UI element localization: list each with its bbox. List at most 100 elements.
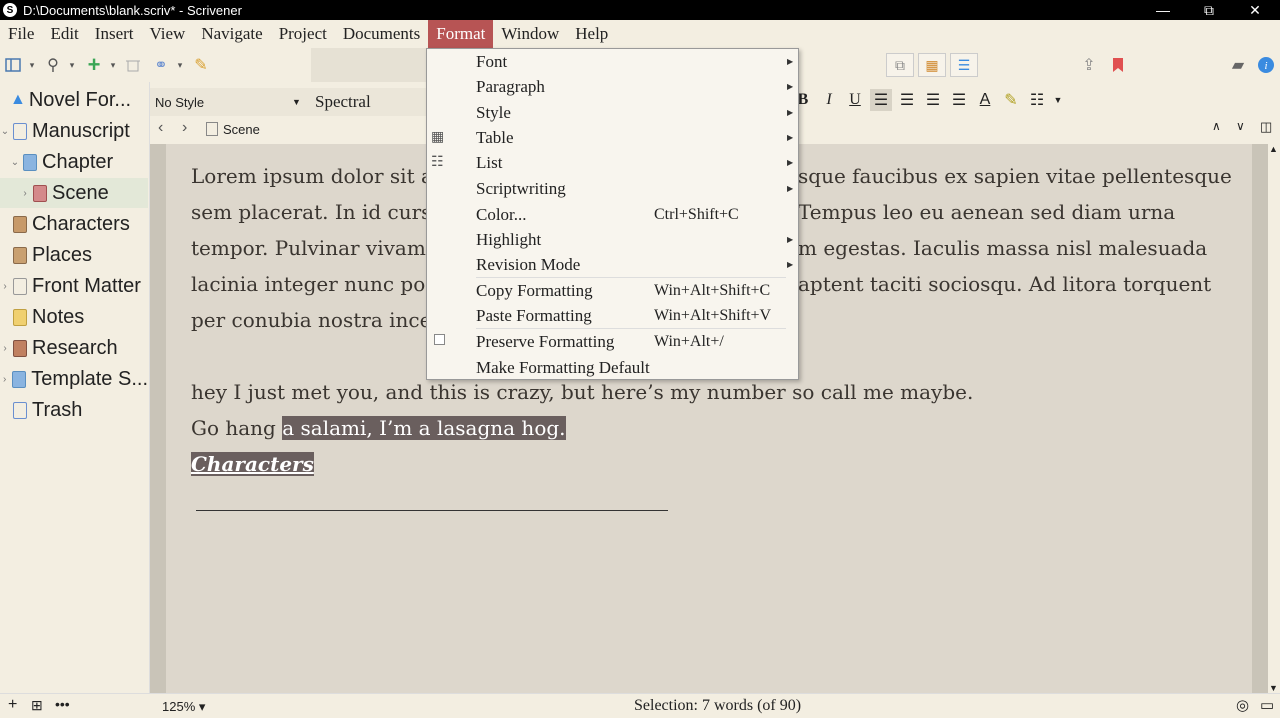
binder-item-manuscript[interactable]: ⌄ Manuscript: [0, 116, 148, 146]
align-center-icon[interactable]: ☰: [896, 89, 918, 111]
binder-toggle-icon[interactable]: [4, 55, 22, 75]
menu-item-label: Color...: [476, 204, 527, 224]
menu-item-scriptwriting[interactable]: Scriptwriting ▶: [427, 176, 798, 201]
header-doc-title: Scene: [223, 122, 260, 137]
menu-file[interactable]: File: [0, 20, 42, 48]
share-icon[interactable]: ⇪: [1080, 55, 1098, 75]
search-icon[interactable]: ⚲: [44, 55, 62, 75]
chevron-down-icon[interactable]: ⌄: [0, 126, 10, 137]
binder-item-notes[interactable]: Notes: [0, 302, 148, 332]
menu-item-paste-formatting[interactable]: Paste Formatting Win+Alt+Shift+V: [427, 303, 798, 328]
note-icon[interactable]: ▭: [1260, 696, 1274, 714]
editor-selection-link[interactable]: Characters: [191, 452, 314, 476]
style-select[interactable]: No Style ▼: [150, 88, 308, 116]
align-right-icon[interactable]: ☰: [948, 89, 970, 111]
target-icon[interactable]: ◎: [1236, 696, 1249, 714]
close-button[interactable]: ✕: [1232, 0, 1278, 20]
checkbox-icon[interactable]: [434, 334, 445, 345]
menu-help[interactable]: Help: [567, 20, 616, 48]
bookmark-icon[interactable]: [1110, 55, 1126, 75]
menu-item-style[interactable]: Style ▶: [427, 100, 798, 125]
menu-item-copy-formatting[interactable]: Copy Formatting Win+Alt+Shift+C: [427, 278, 798, 303]
highlight-icon[interactable]: ✎: [1000, 89, 1022, 111]
underline-icon[interactable]: U: [844, 89, 866, 111]
outliner-view-icon[interactable]: ☰: [950, 53, 978, 77]
chevron-right-icon[interactable]: ›: [0, 281, 10, 292]
chevron-down-icon[interactable]: ▾: [174, 55, 186, 75]
binder-item-novel-format[interactable]: ▲ Novel For...: [0, 85, 148, 115]
add-icon[interactable]: +: [8, 696, 17, 714]
binder: ▲ Novel For... ⌄ Manuscript ⌄ Chapter › …: [0, 82, 150, 694]
back-arrow-icon[interactable]: ‹: [158, 119, 163, 137]
single-view-icon[interactable]: ⧉: [886, 53, 914, 77]
chevron-right-icon[interactable]: ›: [0, 374, 9, 385]
menu-item-shortcut: Win+Alt+Shift+V: [654, 306, 772, 324]
menu-insert[interactable]: Insert: [87, 20, 142, 48]
menu-documents[interactable]: Documents: [335, 20, 428, 48]
binder-item-front-matter[interactable]: › Front Matter: [0, 271, 148, 301]
font-select[interactable]: Spectral: [308, 88, 426, 116]
binder-item-chapter[interactable]: ⌄ Chapter: [0, 147, 148, 177]
new-folder-icon[interactable]: ⊞: [31, 697, 43, 714]
menu-format[interactable]: Format: [428, 20, 494, 48]
horizontal-rule: [196, 510, 668, 511]
chevron-down-icon[interactable]: ▾: [26, 55, 38, 75]
minimize-button[interactable]: —: [1140, 0, 1186, 20]
menu-window[interactable]: Window: [493, 20, 567, 48]
menu-item-preserve-formatting[interactable]: Preserve Formatting Win+Alt+/: [427, 329, 798, 354]
trash-icon[interactable]: [124, 55, 142, 75]
menu-item-make-formatting-default[interactable]: Make Formatting Default: [427, 355, 798, 380]
menu-item-paragraph[interactable]: Paragraph ▶: [427, 74, 798, 99]
maximize-button[interactable]: ⧉: [1186, 0, 1232, 20]
menu-navigate[interactable]: Navigate: [193, 20, 270, 48]
chevron-up-icon[interactable]: ∧: [1212, 119, 1221, 133]
menu-item-list[interactable]: ☷ List ▶: [427, 150, 798, 175]
text-color-icon[interactable]: A: [974, 89, 996, 111]
list-icon[interactable]: ☷: [1026, 89, 1048, 111]
chevron-up-icon[interactable]: ▲: [1269, 144, 1278, 154]
binder-item-trash[interactable]: Trash: [0, 395, 148, 425]
binder-item-scene[interactable]: › Scene: [0, 178, 148, 208]
binder-item-characters[interactable]: Characters: [0, 209, 148, 239]
menu-item-label: Font: [476, 51, 508, 71]
forward-arrow-icon[interactable]: ›: [182, 119, 187, 137]
chevron-down-icon[interactable]: ▼: [1052, 89, 1064, 111]
menu-view[interactable]: View: [142, 20, 194, 48]
add-icon[interactable]: +: [85, 52, 103, 77]
binder-item-template-sheets[interactable]: › Template S...: [0, 364, 148, 394]
menu-item-label: Copy Formatting: [476, 280, 593, 300]
menu-item-revision-mode[interactable]: Revision Mode ▶: [427, 252, 798, 277]
chevron-right-icon[interactable]: ›: [20, 188, 30, 199]
menu-edit[interactable]: Edit: [42, 20, 86, 48]
italic-icon[interactable]: I: [818, 89, 840, 111]
chevron-down-icon[interactable]: ▾: [107, 55, 119, 75]
menu-item-table[interactable]: ▦ Table ▶: [427, 125, 798, 150]
align-left-icon[interactable]: ☰: [870, 89, 892, 111]
compose-icon[interactable]: ▰: [1229, 55, 1247, 75]
chevron-down-icon[interactable]: ▾: [66, 55, 78, 75]
edit-icon[interactable]: ✎: [192, 55, 210, 75]
more-icon[interactable]: •••: [55, 696, 70, 712]
binder-item-research[interactable]: › Research: [0, 333, 148, 363]
chevron-down-icon[interactable]: ⌄: [10, 157, 20, 168]
binder-item-label: Template S...: [31, 367, 148, 390]
submenu-arrow-icon: ▶: [787, 260, 794, 269]
binder-item-places[interactable]: Places: [0, 240, 148, 270]
zoom-select[interactable]: 125% ▾: [162, 699, 205, 715]
editor-text-plain: Go hang: [191, 416, 283, 440]
chevron-right-icon[interactable]: ›: [0, 343, 10, 354]
menu-project[interactable]: Project: [271, 20, 335, 48]
menu-item-color[interactable]: Color... Ctrl+Shift+C: [427, 202, 798, 227]
split-view-icon[interactable]: ◫: [1260, 119, 1272, 135]
style-select-value: No Style: [155, 94, 205, 110]
menu-item-highlight[interactable]: Highlight ▶: [427, 227, 798, 252]
menu-item-font[interactable]: Font ▶: [427, 49, 798, 74]
align-justify-icon[interactable]: ☰: [922, 89, 944, 111]
vertical-scrollbar[interactable]: ▲ ▼: [1268, 144, 1280, 693]
attachment-icon[interactable]: ⚭: [152, 55, 170, 75]
info-icon[interactable]: i: [1256, 55, 1276, 75]
chevron-down-icon[interactable]: ∨: [1236, 119, 1245, 133]
chevron-down-icon[interactable]: ▼: [1269, 683, 1278, 693]
menu-item-label: Revision Mode: [476, 254, 581, 274]
corkboard-view-icon[interactable]: ▦: [918, 53, 946, 77]
